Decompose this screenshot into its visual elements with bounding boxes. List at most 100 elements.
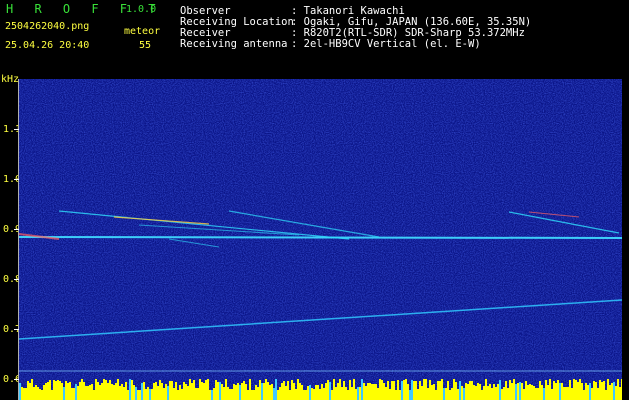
level-bar	[315, 385, 317, 400]
level-bar	[197, 388, 199, 400]
level-bar	[355, 389, 357, 400]
level-bar	[345, 387, 347, 400]
y-tick-mark	[14, 179, 19, 180]
level-bar	[397, 380, 399, 400]
level-bar	[129, 379, 131, 400]
level-bar	[225, 379, 227, 400]
level-bar	[571, 388, 573, 400]
level-bar	[581, 383, 583, 400]
level-bar	[589, 383, 591, 400]
level-bar	[231, 389, 233, 400]
level-bar	[407, 384, 409, 400]
level-bar	[373, 384, 375, 400]
level-bar	[467, 384, 469, 400]
level-bar	[175, 382, 177, 400]
level-bar	[109, 380, 111, 400]
spectrum-noise	[19, 79, 622, 400]
level-bar	[215, 380, 217, 400]
level-bar	[103, 379, 105, 400]
level-bar	[255, 385, 257, 400]
level-bar	[425, 379, 427, 400]
level-bar	[253, 390, 255, 400]
level-bar	[559, 383, 561, 400]
level-bar	[519, 382, 521, 400]
level-bar	[399, 390, 401, 400]
level-bar	[265, 379, 267, 400]
level-bar	[29, 383, 31, 400]
level-bar	[57, 380, 59, 400]
level-bar	[385, 387, 387, 400]
level-bar	[511, 383, 513, 400]
level-bar	[487, 386, 489, 400]
level-bar	[495, 387, 497, 400]
level-bar	[41, 390, 43, 400]
level-bar	[243, 381, 245, 400]
level-bar	[287, 381, 289, 400]
level-bar	[229, 389, 231, 400]
carrier-line	[19, 236, 622, 239]
level-bar	[573, 379, 575, 400]
level-bar	[67, 383, 69, 400]
level-bar	[63, 387, 65, 400]
level-bar	[421, 386, 423, 400]
level-bar	[447, 381, 449, 400]
level-bar	[395, 390, 397, 400]
level-bar	[347, 390, 349, 400]
level-bar	[359, 387, 361, 400]
level-bar	[609, 385, 611, 400]
unit-label: kHz	[1, 74, 20, 85]
level-bar	[75, 384, 77, 400]
level-bar	[79, 382, 81, 400]
level-bar	[263, 383, 265, 400]
level-bar	[327, 380, 329, 400]
level-bar	[27, 381, 29, 400]
level-bar	[61, 383, 63, 400]
level-bar	[161, 383, 163, 400]
level-bar	[275, 379, 277, 400]
level-bar	[523, 389, 525, 400]
level-bar	[23, 388, 25, 400]
level-bar	[199, 379, 201, 400]
level-bar	[227, 387, 229, 400]
level-bar	[133, 385, 135, 400]
level-bar	[145, 389, 147, 400]
level-bar	[501, 389, 503, 400]
level-bar	[311, 388, 313, 400]
level-bar	[277, 390, 279, 400]
level-bar	[537, 388, 539, 400]
level-bar	[143, 382, 145, 400]
level-bar	[509, 380, 511, 400]
level-bar	[375, 384, 377, 400]
level-bar	[323, 388, 325, 400]
level-bar	[503, 387, 505, 400]
level-bar	[141, 383, 143, 400]
level-bar	[307, 386, 309, 400]
level-bar	[117, 379, 119, 400]
level-bar	[615, 386, 617, 400]
level-bar	[45, 383, 47, 400]
level-bar	[419, 381, 421, 400]
level-bar	[81, 379, 83, 400]
level-bar	[605, 390, 607, 400]
level-bar	[183, 382, 185, 400]
level-bar	[237, 383, 239, 400]
level-bar	[551, 389, 553, 400]
level-bar	[165, 384, 167, 400]
level-bar	[31, 379, 33, 400]
level-bar	[391, 381, 393, 400]
level-bar	[431, 385, 433, 400]
level-bar	[591, 388, 593, 400]
level-bar	[241, 383, 243, 400]
level-bar	[71, 388, 73, 400]
level-bar	[417, 389, 419, 400]
meteor-count: 55	[139, 40, 152, 51]
level-bar	[475, 386, 477, 400]
level-bar	[423, 379, 425, 400]
level-bar	[457, 389, 459, 400]
antenna-label: Receiving antenna	[180, 38, 288, 50]
level-bar	[469, 381, 471, 400]
level-bar	[579, 379, 581, 400]
level-bar	[201, 382, 203, 400]
level-bar	[51, 390, 53, 400]
level-bar	[493, 384, 495, 400]
